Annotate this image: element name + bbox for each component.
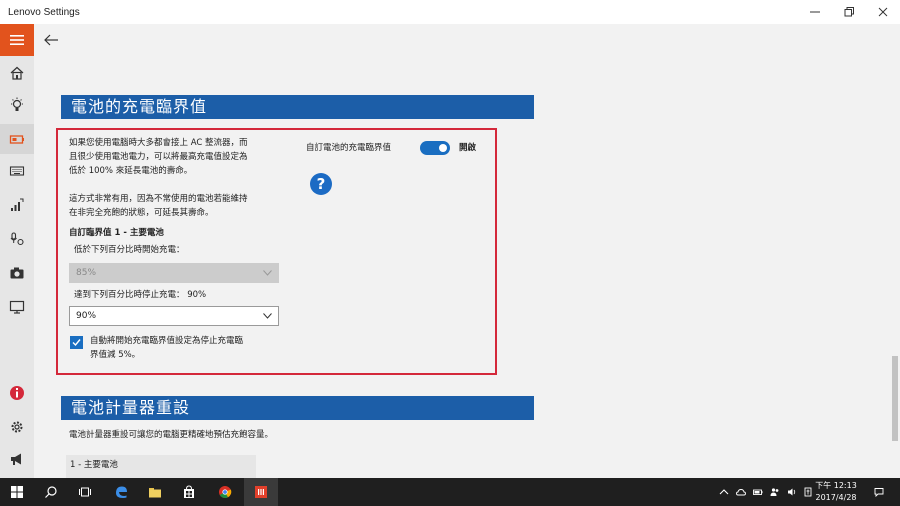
toggle-state-label: 開啟 <box>459 143 477 153</box>
monitor-icon <box>9 300 25 314</box>
sidebar-item-lightbulb[interactable] <box>0 90 34 120</box>
tray-overflow-button[interactable] <box>716 478 732 506</box>
windows-logo-icon <box>11 486 23 498</box>
minimize-icon <box>810 11 820 13</box>
info-icon <box>10 386 24 400</box>
sidebar-item-settings[interactable] <box>0 412 34 442</box>
custom-threshold-toggle[interactable] <box>420 141 450 155</box>
file-explorer-button[interactable] <box>138 478 172 506</box>
battery-gauge-reset-header: 電池計量器重設 <box>61 396 534 420</box>
lenovo-settings-icon <box>255 486 267 498</box>
speaker-icon <box>788 488 796 496</box>
people-icon <box>770 488 779 496</box>
auto-threshold-checkbox[interactable] <box>70 336 83 349</box>
tray-item-3[interactable] <box>767 478 783 506</box>
battery-gauge-description: 電池計量器重設可讓您的電腦更精確地預估充飽容量。 <box>69 430 274 440</box>
sidebar-item-camera[interactable] <box>0 258 34 288</box>
chrome-button[interactable] <box>208 478 242 506</box>
custom-threshold-toggle-label: 自訂電池的充電臨界值 <box>306 143 392 153</box>
volume-button[interactable] <box>784 478 800 506</box>
app-window: Lenovo Settings 電池的充電臨界值 如果您使用電腦時大多都會接上 … <box>0 0 900 478</box>
chevron-down-icon <box>263 270 272 276</box>
start-charge-select[interactable]: 85% <box>69 263 279 283</box>
tray-item-1[interactable] <box>733 478 749 506</box>
auto-threshold-label: 自動將開始充電臨界值設定為停止充電臨 界值減 5%。 <box>90 336 244 360</box>
sidebar <box>0 24 34 478</box>
taskbar: 下午 12:13 2017/4/28 <box>0 478 900 506</box>
search-icon <box>45 486 57 498</box>
sidebar-item-feedback[interactable] <box>0 444 34 474</box>
task-view-button[interactable] <box>68 478 102 506</box>
chrome-icon <box>219 486 232 499</box>
threshold-description-2: 這方式非常有用，因為不常使用的電池若能維持 在非完全充飽的狀態，可延長其壽命。 <box>69 194 248 218</box>
hamburger-menu-button[interactable] <box>0 24 34 56</box>
folder-icon <box>149 488 161 498</box>
settings-content: 電池的充電臨界值 如果您使用電腦時大多都會接上 AC 整流器，而 且很少使用電池… <box>34 56 889 478</box>
taskbar-clock[interactable]: 下午 12:13 2017/4/28 <box>812 480 860 504</box>
battery-tray-icon <box>753 489 763 495</box>
gear-icon <box>11 421 23 433</box>
minimize-button[interactable] <box>798 0 832 24</box>
threshold-description-1: 如果您使用電腦時大多都會接上 AC 整流器，而 且很少使用電池電力，可以將最高充… <box>69 138 248 176</box>
checkmark-icon <box>72 339 81 347</box>
start-button[interactable] <box>0 478 34 506</box>
lightbulb-icon <box>11 97 23 111</box>
battery-icon <box>9 135 24 144</box>
close-icon <box>878 7 888 17</box>
help-icon[interactable]: ? <box>310 173 332 195</box>
battery-list-item[interactable]: 1 - 主要電池 <box>66 455 256 478</box>
custom-threshold-title: 自訂臨界值 1 - 主要電池 <box>69 228 164 238</box>
keyboard-icon <box>9 166 25 176</box>
back-arrow-icon <box>44 34 58 46</box>
restore-button[interactable] <box>832 0 866 24</box>
vertical-scrollbar[interactable] <box>889 56 900 478</box>
sidebar-item-info[interactable] <box>0 378 34 408</box>
tray-item-2[interactable] <box>750 478 766 506</box>
title-bar: Lenovo Settings <box>0 0 900 24</box>
chevron-down-icon <box>263 313 272 319</box>
sidebar-item-audio[interactable] <box>0 224 34 254</box>
navigation-bar <box>34 24 900 56</box>
clock-time: 下午 12:13 <box>815 481 857 490</box>
stop-charge-value: 90% <box>76 311 97 321</box>
clock-date: 2017/4/28 <box>815 493 857 502</box>
back-button[interactable] <box>40 30 62 50</box>
search-button[interactable] <box>34 478 68 506</box>
sidebar-item-power[interactable] <box>0 124 34 154</box>
start-charge-value: 85% <box>76 268 97 278</box>
sidebar-item-input[interactable] <box>0 156 34 186</box>
hamburger-icon <box>10 35 24 45</box>
charge-threshold-header: 電池的充電臨界值 <box>61 95 534 119</box>
microphone-icon <box>10 232 24 246</box>
stop-charge-select[interactable]: 90% <box>69 306 279 326</box>
camera-icon <box>10 267 24 279</box>
lenovo-settings-taskbar-button[interactable] <box>244 478 278 506</box>
chevron-up-icon <box>719 489 729 495</box>
edge-browser-button[interactable] <box>104 478 138 506</box>
cloud-icon <box>736 489 746 496</box>
stop-charge-label: 達到下列百分比時停止充電： 90% <box>74 290 207 300</box>
sidebar-item-display[interactable] <box>0 292 34 322</box>
notification-icon <box>874 488 884 497</box>
start-charge-label: 低於下列百分比時開始充電： <box>74 245 185 255</box>
sidebar-item-home[interactable] <box>0 58 34 88</box>
home-icon <box>10 66 24 80</box>
sidebar-item-network[interactable] <box>0 190 34 220</box>
edge-icon <box>116 486 127 498</box>
store-icon <box>184 485 194 498</box>
store-button[interactable] <box>172 478 206 506</box>
close-button[interactable] <box>866 0 900 24</box>
window-title: Lenovo Settings <box>8 6 80 18</box>
restore-icon <box>844 7 854 17</box>
task-view-icon <box>79 487 91 497</box>
scrollbar-thumb[interactable] <box>892 356 898 441</box>
action-center-button[interactable] <box>870 478 888 506</box>
megaphone-icon <box>11 453 21 465</box>
network-icon <box>11 198 24 211</box>
